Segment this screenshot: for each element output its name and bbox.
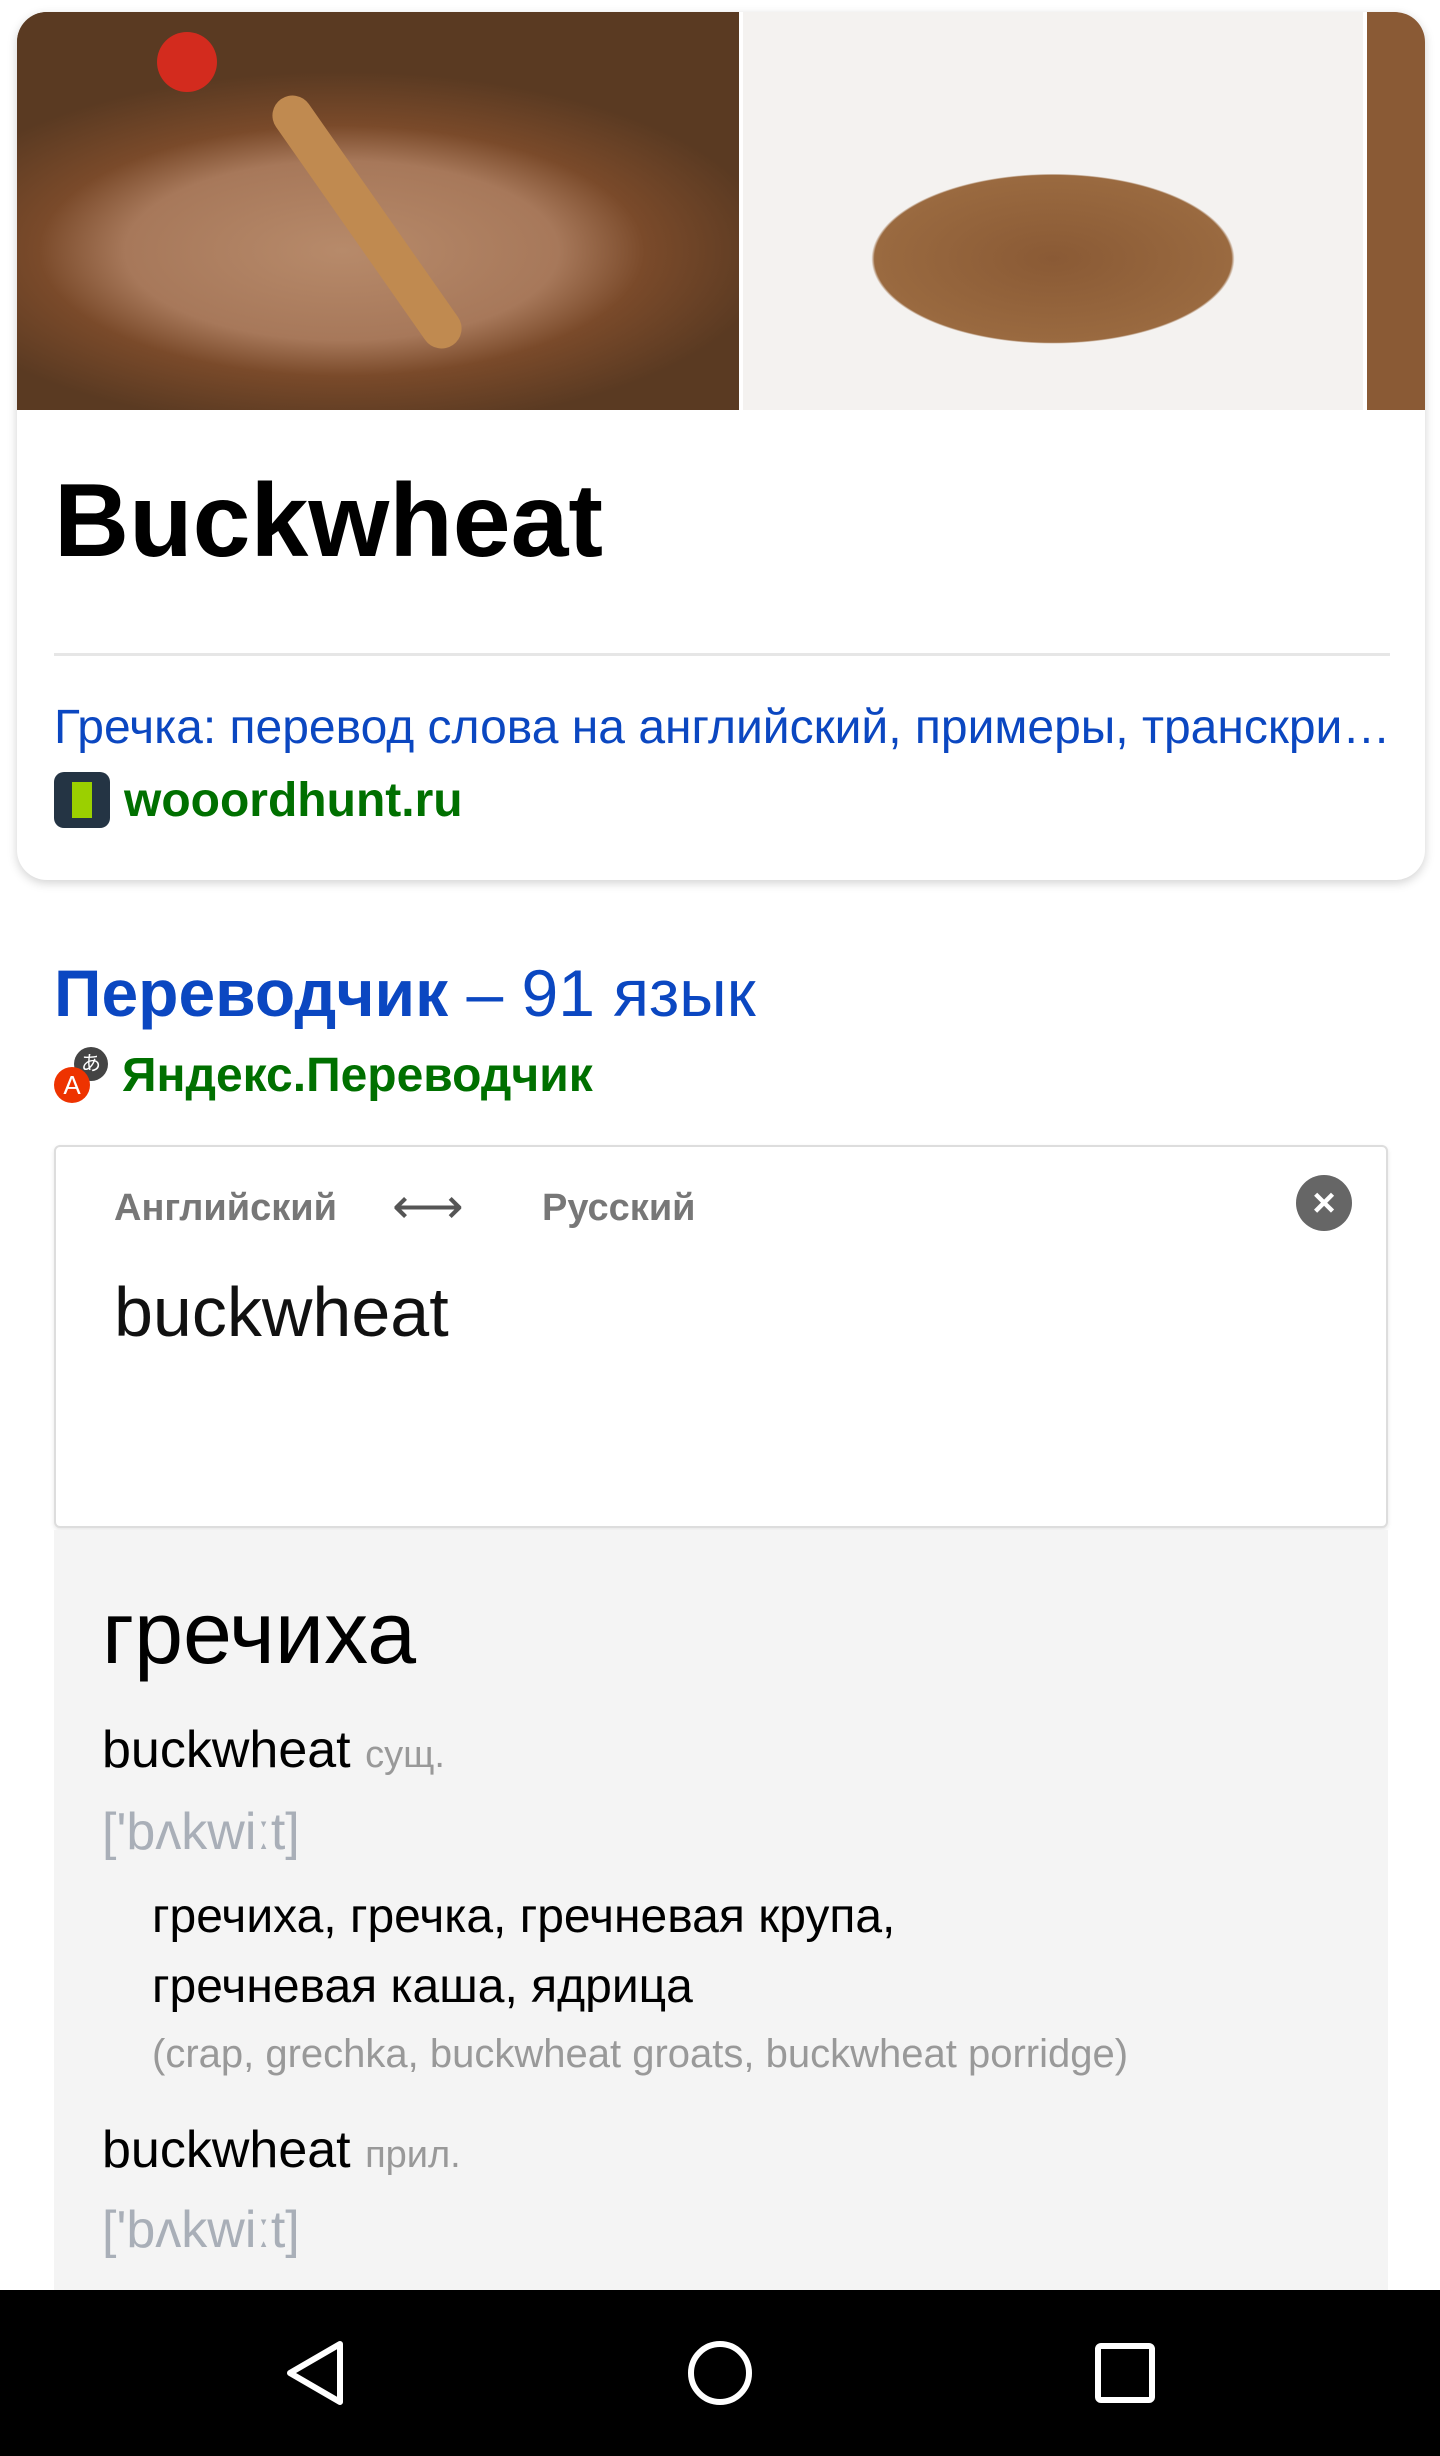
- translator-input-box: Английский ⟷ Русский ×: [54, 1145, 1388, 1528]
- translator-title-bold[interactable]: Переводчик: [54, 956, 448, 1030]
- translation-line: гречневая каша, ядрица: [152, 1960, 693, 2013]
- translator-source[interactable]: あA Яндекс.Переводчик: [54, 1047, 593, 1103]
- site-source[interactable]: wooordhunt.ru: [54, 772, 463, 828]
- pronunciation: ['bʌkwiːt]: [102, 1803, 300, 1861]
- recents-icon[interactable]: [1090, 2338, 1160, 2413]
- back-translation: (crap, grechka, buckwheat groats, buckwh…: [152, 2032, 1129, 2076]
- translation-line: гречиха, гречка, гречневая крупа,: [152, 1890, 896, 1943]
- part-of-speech: прил.: [365, 2134, 461, 2176]
- image-buckwheat-pile[interactable]: [743, 12, 1363, 410]
- result-link[interactable]: Гречка: перевод слова на английский, при…: [54, 700, 1394, 755]
- entry-word-text: buckwheat: [102, 2121, 351, 2179]
- image-buckwheat-closeup[interactable]: [1367, 12, 1425, 410]
- card-title: Buckwheat: [54, 463, 604, 579]
- home-icon[interactable]: [685, 2338, 755, 2413]
- wooordhunt-favicon-icon: [54, 772, 110, 828]
- target-language-button[interactable]: Русский: [542, 1187, 696, 1230]
- translator-title-rest[interactable]: – 91 язык: [448, 956, 755, 1030]
- translator-title[interactable]: Переводчик – 91 язык: [54, 955, 756, 1031]
- main-translation: гречиха: [102, 1583, 417, 1682]
- image-buckwheat-bowl[interactable]: [17, 12, 739, 410]
- site-name: wooordhunt.ru: [124, 773, 463, 827]
- pronunciation: ['bʌkwiːt]: [102, 2201, 300, 2259]
- android-navigation-bar: [0, 2290, 1440, 2456]
- divider: [54, 653, 1390, 656]
- entry-word-text: buckwheat: [102, 1721, 351, 1779]
- image-carousel[interactable]: [17, 12, 1425, 410]
- translation-input[interactable]: [114, 1272, 1214, 1352]
- translation-result: гречиха buckwheat сущ. ['bʌkwiːt] гречих…: [54, 1530, 1388, 2290]
- entry-word: buckwheat прил.: [102, 2120, 461, 2180]
- back-icon[interactable]: [282, 2338, 352, 2413]
- swap-languages-icon[interactable]: ⟷: [392, 1177, 464, 1235]
- source-language-button[interactable]: Английский: [114, 1187, 337, 1230]
- clear-input-icon[interactable]: ×: [1296, 1175, 1352, 1231]
- entry-word: buckwheat сущ.: [102, 1720, 445, 1780]
- yandex-translate-icon: あA: [54, 1047, 110, 1103]
- translator-source-name: Яндекс.Переводчик: [122, 1048, 593, 1102]
- part-of-speech: сущ.: [365, 1734, 445, 1776]
- knowledge-card: Buckwheat Гречка: перевод слова на англи…: [17, 12, 1425, 880]
